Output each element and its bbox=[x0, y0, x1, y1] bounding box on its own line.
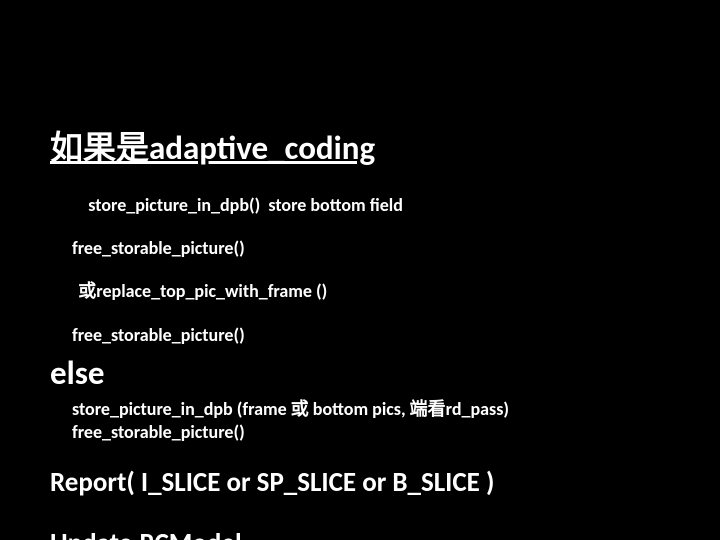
if-body-line-3-or: 或 bbox=[78, 280, 96, 302]
slide: 如果是adaptive_coding store_picture_in_dpb(… bbox=[0, 0, 720, 540]
if-body-line-2: free_storable_picture() bbox=[50, 238, 670, 259]
if-body-line-1: store_picture_in_dpb() store bottom fiel… bbox=[50, 174, 670, 236]
else-body-line-2: free_storable_picture() bbox=[50, 422, 670, 443]
heading-else: else bbox=[50, 355, 670, 393]
final-update-line: Update.RCModel bbox=[50, 528, 670, 540]
final-report-line: Report( I_SLICE or SP_SLICE or B_SLICE ) bbox=[50, 467, 670, 498]
if-body-line-3-call: replace_top_pic_with_frame () bbox=[96, 280, 327, 302]
if-body-line-1-comment: store bottom field bbox=[268, 194, 403, 216]
if-body-line-4: free_storable_picture() bbox=[50, 325, 670, 346]
if-body-line-3: 或replace_top_pic_with_frame () bbox=[50, 261, 670, 323]
else-body-line-1: store_picture_in_dpb (frame 或 bottom pic… bbox=[50, 399, 670, 420]
if-body-line-1-call: store_picture_in_dpb() bbox=[88, 194, 268, 216]
heading-if-adaptive-coding: 如果是adaptive_coding bbox=[50, 130, 670, 168]
